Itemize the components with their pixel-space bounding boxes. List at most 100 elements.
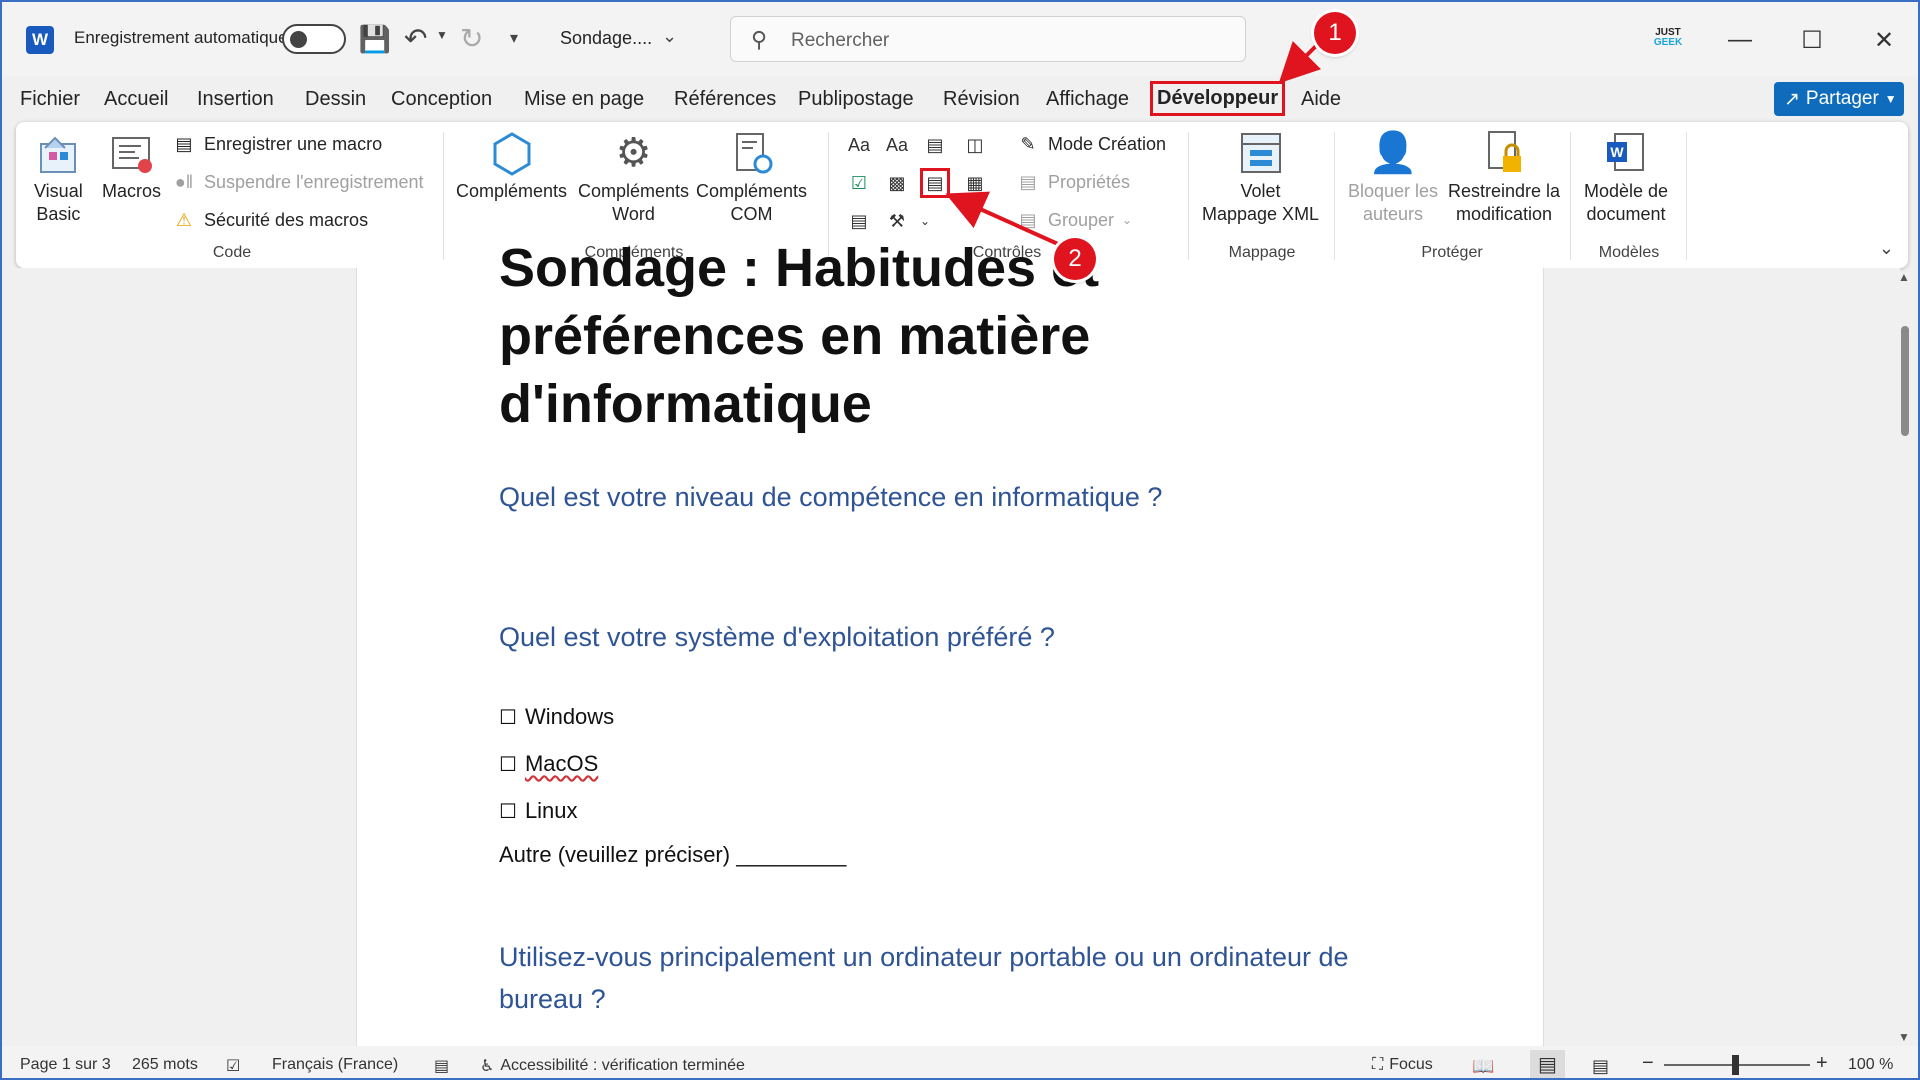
customize-quick-access-icon[interactable]: ▾ bbox=[510, 28, 518, 48]
macro-security-button[interactable]: ⚠ Sécurité des macros bbox=[172, 208, 368, 232]
checkbox-icon[interactable]: ☐ bbox=[499, 799, 517, 824]
scroll-down-icon[interactable]: ▼ bbox=[1898, 1030, 1910, 1044]
zoom-in-button[interactable]: + bbox=[1816, 1052, 1828, 1075]
document-page[interactable]: Sondage : Habitudes et préférences en ma… bbox=[356, 238, 1544, 1048]
word-count[interactable]: 265 mots bbox=[132, 1056, 198, 1074]
group-separator bbox=[1334, 132, 1335, 260]
word-addins-button[interactable]: ⚙ Compléments Word bbox=[578, 130, 689, 226]
scroll-thumb[interactable] bbox=[1901, 326, 1909, 436]
xml-mapping-pane-button[interactable]: Volet Mappage XML bbox=[1202, 130, 1319, 226]
focus-button[interactable]: ⛶ Focus bbox=[1372, 1056, 1433, 1074]
date-picker-control-icon[interactable]: ▦ bbox=[960, 168, 990, 198]
option-label: Windows bbox=[524, 704, 615, 729]
macros-icon bbox=[109, 130, 155, 176]
accessibility-status[interactable]: ♿ Accessibilité : vérification terminée bbox=[480, 1056, 745, 1076]
group-separator bbox=[1686, 132, 1687, 260]
visual-basic-button[interactable]: Visual Basic bbox=[34, 130, 83, 226]
zoom-level[interactable]: 100 % bbox=[1848, 1056, 1893, 1074]
tab-insertion[interactable]: Insertion bbox=[197, 88, 274, 111]
macro-record-icon[interactable]: ▤ bbox=[434, 1056, 449, 1076]
properties-button[interactable]: ▤ Propriétés bbox=[1016, 170, 1130, 194]
share-icon: ↗ bbox=[1784, 88, 1800, 110]
ribbon-collapse-icon[interactable]: ⌄ bbox=[1879, 238, 1894, 259]
tab-aide[interactable]: Aide bbox=[1301, 88, 1341, 111]
share-label: Partager bbox=[1805, 88, 1879, 109]
macro-security-label: Sécurité des macros bbox=[204, 209, 369, 230]
complements-icon bbox=[489, 130, 535, 176]
combo-box-control-icon[interactable]: ▩ bbox=[882, 168, 912, 198]
share-button[interactable]: ↗ Partager ▼ bbox=[1774, 82, 1904, 116]
print-layout-icon[interactable]: ▤ bbox=[1530, 1050, 1565, 1078]
zoom-slider-thumb[interactable] bbox=[1732, 1055, 1739, 1075]
scroll-up-icon[interactable]: ▲ bbox=[1898, 270, 1910, 284]
pause-recording-button[interactable]: ●‖ Suspendre l'enregistrement bbox=[172, 170, 424, 194]
com-addins-button[interactable]: Compléments COM bbox=[696, 130, 807, 226]
undo-icon[interactable]: ↶ bbox=[404, 22, 427, 55]
checkbox-icon[interactable]: ☐ bbox=[499, 705, 517, 730]
chevron-down-icon[interactable]: ⌄ bbox=[910, 206, 940, 236]
record-macro-icon: ▤ bbox=[175, 133, 193, 154]
focus-icon: ⛶ bbox=[1372, 1056, 1384, 1073]
dropdown-list-control-icon[interactable]: ▤ bbox=[920, 168, 950, 198]
document-area: Sondage : Habitudes et préférences en ma… bbox=[4, 238, 1900, 1048]
page-count[interactable]: Page 1 sur 3 bbox=[20, 1056, 111, 1074]
maximize-button[interactable]: ☐ bbox=[1792, 20, 1832, 60]
plain-text-control-icon[interactable]: Aa bbox=[882, 130, 912, 160]
building-block-control-icon[interactable]: ◫ bbox=[960, 130, 990, 160]
tab-affichage[interactable]: Affichage bbox=[1046, 88, 1129, 111]
rich-text-control-icon[interactable]: Aa bbox=[844, 130, 874, 160]
option-linux[interactable]: ☐ Linux bbox=[499, 798, 578, 824]
tab-mise-en-page[interactable]: Mise en page bbox=[524, 88, 644, 111]
legacy-tools-icon[interactable]: ⚒ bbox=[882, 206, 912, 236]
chevron-down-icon[interactable]: ⌄ bbox=[662, 26, 677, 47]
macros-button[interactable]: Macros bbox=[102, 130, 161, 203]
repeating-section-control-icon[interactable]: ▤ bbox=[844, 206, 874, 236]
checkbox-control-icon[interactable]: ☑ bbox=[844, 168, 874, 198]
document-name[interactable]: Sondage.... bbox=[560, 28, 652, 49]
group-button[interactable]: ▤ Grouper ⌄ bbox=[1016, 208, 1132, 232]
tab-dessin[interactable]: Dessin bbox=[305, 88, 366, 111]
svg-text:W: W bbox=[1610, 144, 1624, 160]
tab-conception[interactable]: Conception bbox=[391, 88, 492, 111]
word-addins-label-1: Compléments bbox=[578, 181, 690, 201]
redo-icon[interactable]: ↻ bbox=[460, 22, 483, 55]
checkbox-icon[interactable]: ☐ bbox=[499, 752, 517, 777]
autosave-label: Enregistrement automatique bbox=[74, 28, 288, 47]
tab-fichier[interactable]: Fichier bbox=[20, 88, 80, 111]
restrict-editing-button[interactable]: Restreindre la modification bbox=[1448, 130, 1560, 226]
complements-button[interactable]: Compléments bbox=[456, 130, 567, 203]
picture-control-icon[interactable]: ▤ bbox=[920, 130, 950, 160]
vertical-scrollbar[interactable]: ▲ ▼ bbox=[1898, 270, 1912, 1044]
block-authors-button[interactable]: 👤 Bloquer les auteurs bbox=[1348, 130, 1438, 226]
tab-revision[interactable]: Révision bbox=[943, 88, 1020, 111]
word-app-icon: W bbox=[26, 26, 54, 54]
option-windows[interactable]: ☐ Windows bbox=[499, 704, 614, 730]
option-macos[interactable]: ☐ MacOS bbox=[499, 751, 598, 777]
title-bar: W Enregistrement automatique 💾 ↶ ▼ ↻ ▾ S… bbox=[2, 2, 1918, 76]
group-icon: ▤ bbox=[1019, 209, 1037, 230]
close-button[interactable]: ✕ bbox=[1864, 20, 1904, 60]
tab-developpeur[interactable]: Développeur bbox=[1150, 81, 1286, 116]
web-layout-icon[interactable]: ▤ bbox=[1592, 1056, 1609, 1077]
autosave-toggle[interactable] bbox=[282, 24, 346, 54]
zoom-out-button[interactable]: − bbox=[1642, 1052, 1654, 1075]
record-macro-label: Enregistrer une macro bbox=[204, 133, 383, 154]
minimize-button[interactable]: — bbox=[1720, 20, 1760, 60]
record-macro-button[interactable]: ▤ Enregistrer une macro bbox=[172, 132, 382, 156]
warning-icon: ⚠ bbox=[175, 209, 193, 230]
tab-references[interactable]: Références bbox=[674, 88, 776, 111]
save-icon[interactable]: 💾 bbox=[359, 24, 391, 54]
design-mode-button[interactable]: ✎ Mode Création bbox=[1016, 132, 1166, 156]
xml-pane-label-1: Volet bbox=[1240, 181, 1281, 201]
proofing-icon[interactable]: ☑ bbox=[226, 1056, 240, 1076]
search-box[interactable]: ⚲ Rechercher bbox=[730, 16, 1246, 62]
read-mode-icon[interactable]: 📖 bbox=[1472, 1056, 1494, 1077]
properties-label: Propriétés bbox=[1048, 171, 1131, 192]
tab-publipostage[interactable]: Publipostage bbox=[798, 88, 914, 111]
tab-accueil[interactable]: Accueil bbox=[104, 88, 168, 111]
question-2: Quel est votre système d'exploitation pr… bbox=[499, 622, 1055, 652]
language[interactable]: Français (France) bbox=[272, 1056, 398, 1074]
undo-dropdown-icon[interactable]: ▼ bbox=[436, 28, 448, 42]
document-template-button[interactable]: W Modèle de document bbox=[1584, 130, 1668, 226]
group-separator bbox=[443, 132, 444, 260]
